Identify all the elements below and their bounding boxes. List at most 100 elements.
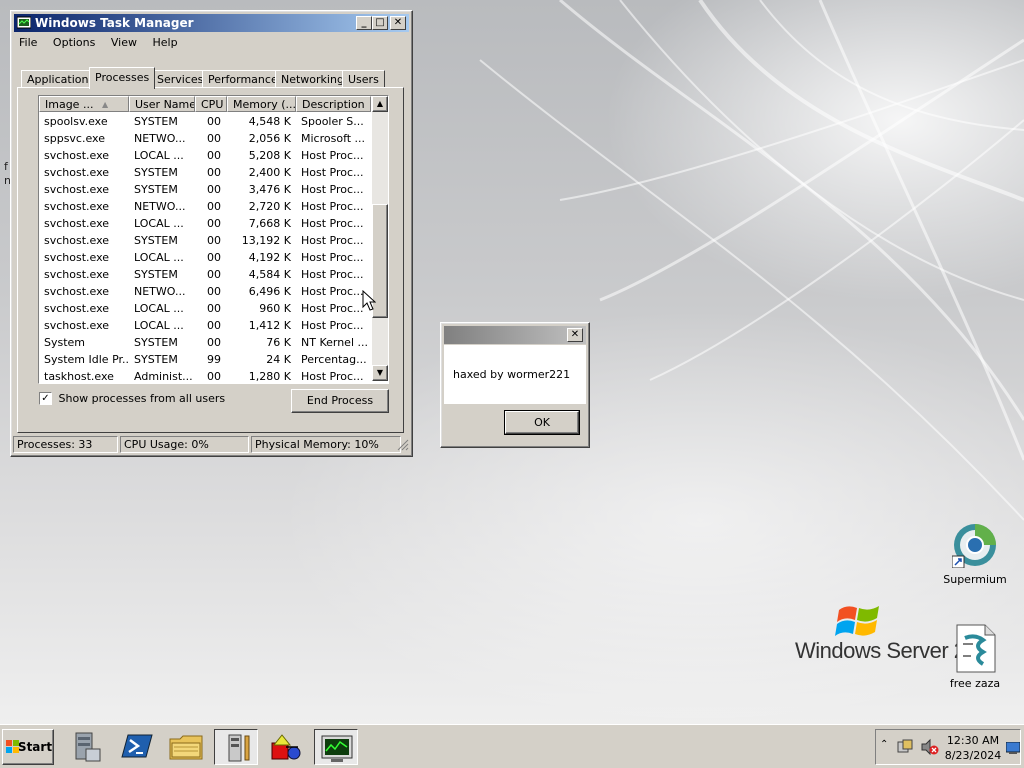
- cell-memory: 960 K: [259, 302, 291, 315]
- cell-memory: 2,400 K: [248, 166, 291, 179]
- table-row[interactable]: taskhost.exe Administ... 00 1,280 K Host Pro…: [39, 368, 371, 383]
- table-row[interactable]: svchost.exe LOCAL ... 00 7,668 K Host Proc..…: [39, 215, 371, 232]
- table-row[interactable]: System Idle Pr... SYSTEM 99 24 K Percentag..…: [39, 351, 371, 368]
- table-row[interactable]: svchost.exe NETWO... 00 2,720 K Host Proc...: [39, 198, 371, 215]
- dialog-close-button[interactable]: ✕: [567, 328, 583, 342]
- maximize-button[interactable]: □: [372, 16, 388, 30]
- table-row[interactable]: System SYSTEM 00 76 K NT Kernel ...: [39, 334, 371, 351]
- cell-description: NT Kernel ...: [301, 336, 368, 349]
- taskbar-server-manager[interactable]: [64, 729, 108, 765]
- cell-user-name: SYSTEM: [134, 234, 178, 247]
- process-list[interactable]: Image ... ▲ User Name CPU Memory (... De…: [38, 95, 389, 384]
- dialog-titlebar[interactable]: ✕: [444, 326, 586, 344]
- cell-cpu: 00: [207, 132, 221, 145]
- table-row[interactable]: svchost.exe LOCAL ... 00 1,412 K Host Proc..…: [39, 317, 371, 334]
- cell-description: Microsoft ...: [301, 132, 366, 145]
- tab-services[interactable]: Services: [151, 70, 210, 88]
- windows-logo-icon: [6, 740, 19, 753]
- tab-users[interactable]: Users: [342, 70, 385, 88]
- cell-user-name: LOCAL ...: [134, 319, 184, 332]
- cell-image-name: svchost.exe: [44, 149, 110, 162]
- scroll-up-button[interactable]: ▲: [372, 96, 388, 112]
- cell-memory: 2,056 K: [248, 132, 291, 145]
- desktop-icon-free-zaza[interactable]: free zaza: [940, 622, 1010, 692]
- taskbar-explorer[interactable]: [164, 729, 208, 765]
- cell-image-name: svchost.exe: [44, 166, 110, 179]
- column-header-description[interactable]: Description: [296, 96, 371, 112]
- cell-image-name: svchost.exe: [44, 302, 110, 315]
- taskbar: Start ⌃ 12:30 AM 8/23/2024: [0, 724, 1024, 768]
- cell-image-name: svchost.exe: [44, 268, 110, 281]
- taskbar-powershell[interactable]: [114, 729, 158, 765]
- cell-description: Host Proc...: [301, 217, 364, 230]
- cell-description: Host Proc...: [301, 268, 364, 281]
- cell-memory: 13,192 K: [241, 234, 291, 247]
- menu-file[interactable]: File: [19, 36, 37, 49]
- show-hidden-icons-button[interactable]: ⌃: [880, 739, 888, 750]
- close-button[interactable]: ✕: [390, 16, 406, 30]
- column-header-memory[interactable]: Memory (...: [227, 96, 296, 112]
- checkbox-box[interactable]: ✓: [39, 391, 52, 405]
- resize-grip-icon[interactable]: [397, 439, 409, 451]
- minimize-button[interactable]: _: [356, 16, 372, 30]
- table-row[interactable]: svchost.exe SYSTEM 00 13,192 K Host Proc...: [39, 232, 371, 249]
- desktop-icon-supermium[interactable]: Supermium: [940, 520, 1010, 590]
- start-button[interactable]: Start: [2, 729, 54, 765]
- menu-options[interactable]: Options: [53, 36, 95, 49]
- cell-cpu: 00: [207, 251, 221, 264]
- script-file-icon: [956, 624, 996, 673]
- system-tray: ⌃ 12:30 AM 8/23/2024: [875, 729, 1021, 765]
- column-header-user-name[interactable]: User Name: [129, 96, 195, 112]
- cell-image-name: svchost.exe: [44, 200, 110, 213]
- cell-user-name: SYSTEM: [134, 336, 178, 349]
- cell-user-name: SYSTEM: [134, 183, 178, 196]
- table-row[interactable]: svchost.exe LOCAL ... 00 5,208 K Host Proc..…: [39, 147, 371, 164]
- cell-description: Host Proc...: [301, 302, 364, 315]
- clock[interactable]: 12:30 AM 8/23/2024: [942, 733, 1004, 763]
- column-header-image[interactable]: Image ... ▲: [39, 96, 129, 112]
- cell-image-name: taskhost.exe: [44, 370, 114, 383]
- vertical-scrollbar[interactable]: ▲ ▼: [372, 96, 388, 381]
- taskbar-task-manager[interactable]: [314, 729, 358, 765]
- desktop-icon-label: Supermium: [943, 573, 1007, 586]
- status-processes: Processes: 33: [13, 436, 118, 453]
- cell-cpu: 00: [207, 302, 221, 315]
- volume-muted-icon[interactable]: [920, 738, 940, 756]
- table-row[interactable]: svchost.exe SYSTEM 00 4,584 K Host Proc...: [39, 266, 371, 283]
- taskbar-shapes-app[interactable]: [264, 729, 308, 765]
- show-all-processes-checkbox[interactable]: ✓ Show processes from all users: [39, 391, 225, 405]
- table-row[interactable]: svchost.exe LOCAL ... 00 4,192 K Host Proc..…: [39, 249, 371, 266]
- scroll-down-button[interactable]: ▼: [372, 365, 388, 381]
- tab-performance[interactable]: Performance: [202, 70, 284, 88]
- cell-cpu: 00: [207, 183, 221, 196]
- cell-memory: 4,192 K: [248, 251, 291, 264]
- cell-description: Host Proc...: [301, 285, 364, 298]
- table-row[interactable]: svchost.exe LOCAL ... 00 960 K Host Proc...: [39, 300, 371, 317]
- cell-user-name: SYSTEM: [134, 268, 178, 281]
- show-desktop-icon[interactable]: [1006, 742, 1020, 754]
- end-process-button[interactable]: End Process: [291, 389, 389, 413]
- table-row[interactable]: spoolsv.exe SYSTEM 00 4,548 K Spooler S...: [39, 113, 371, 130]
- tab-processes[interactable]: Processes: [89, 67, 156, 89]
- menu-help[interactable]: Help: [152, 36, 177, 49]
- table-row[interactable]: sppsvc.exe NETWO... 00 2,056 K Microsoft ...: [39, 130, 371, 147]
- table-row[interactable]: svchost.exe SYSTEM 00 3,476 K Host Proc...: [39, 181, 371, 198]
- taskbar-tools[interactable]: [214, 729, 258, 765]
- cell-memory: 1,412 K: [248, 319, 291, 332]
- cell-cpu: 00: [207, 319, 221, 332]
- cell-memory: 4,548 K: [248, 115, 291, 128]
- clock-date: 8/23/2024: [944, 749, 1002, 762]
- tab-networking[interactable]: Networking: [275, 70, 350, 88]
- table-row[interactable]: svchost.exe NETWO... 00 6,496 K Host Proc...: [39, 283, 371, 300]
- column-header-cpu[interactable]: CPU: [195, 96, 227, 112]
- table-row[interactable]: svchost.exe SYSTEM 00 2,400 K Host Proc...: [39, 164, 371, 181]
- ok-button[interactable]: OK: [504, 410, 580, 435]
- cell-cpu: 00: [207, 234, 221, 247]
- network-tray-icon[interactable]: [896, 738, 914, 756]
- cell-cpu: 99: [207, 353, 221, 366]
- task-manager-titlebar[interactable]: Windows Task Manager _ □ ✕: [14, 14, 409, 32]
- menu-view[interactable]: View: [111, 36, 137, 49]
- status-cpu-usage: CPU Usage: 0%: [120, 436, 249, 453]
- cell-user-name: NETWO...: [134, 132, 186, 145]
- cell-user-name: LOCAL ...: [134, 217, 184, 230]
